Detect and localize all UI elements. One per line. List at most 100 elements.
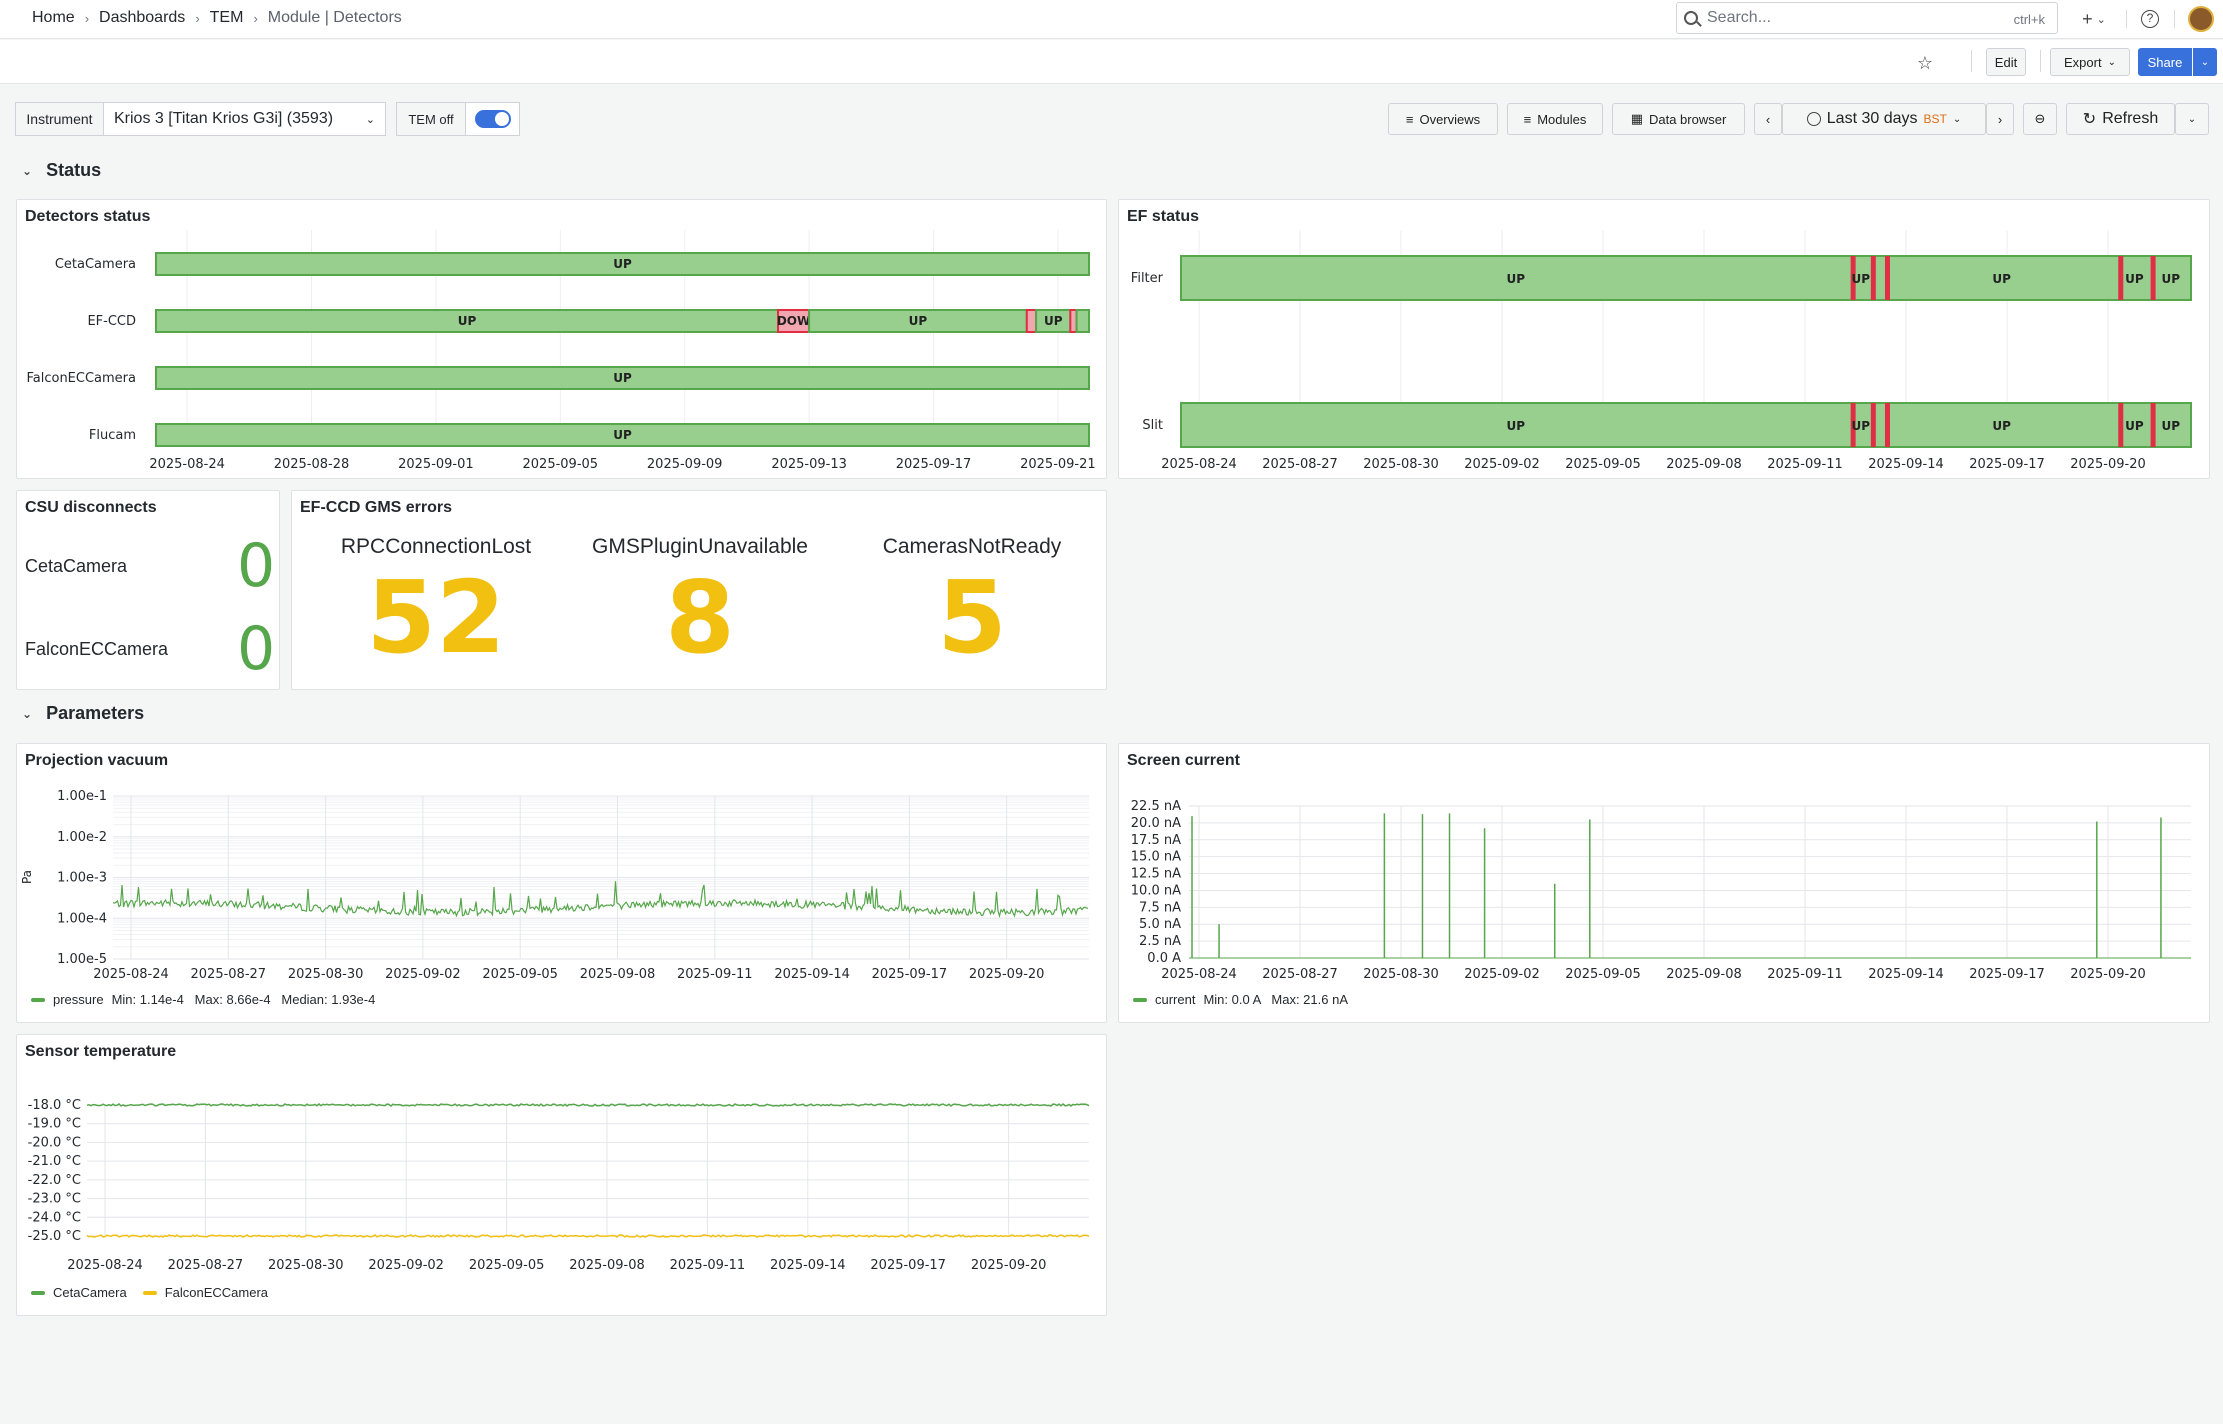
csu-label-ceta: CetaCamera bbox=[25, 556, 128, 576]
time-range-picker[interactable]: Last 30 days BST ⌄ bbox=[1782, 103, 1986, 135]
y-tick-label: -21.0 °C bbox=[28, 1154, 81, 1169]
star-button[interactable]: ☆ bbox=[1911, 48, 1939, 78]
x-tick-label: 2025-09-14 bbox=[770, 1258, 846, 1273]
tem-off-label: TEM off bbox=[396, 102, 466, 136]
detectors-status-chart: 2025-08-24 2025-08-28 2025-09-01 2025-09-05… bbox=[26, 230, 1096, 472]
gms-value-plugin: 8 bbox=[665, 559, 735, 676]
x-tick-label: 2025-08-27 bbox=[191, 967, 267, 982]
state-down bbox=[2118, 256, 2124, 300]
chevron-down-icon: ⌄ bbox=[2096, 13, 2106, 26]
state-down bbox=[1884, 256, 1890, 300]
gms-label-plugin: GMSPluginUnavailable bbox=[592, 535, 808, 558]
plus-icon: + bbox=[2082, 8, 2093, 29]
chevron-left-icon: ‹ bbox=[1765, 111, 1771, 127]
state-label: UP bbox=[1992, 419, 2011, 433]
csu-label-falcon: FalconECCamera bbox=[25, 639, 169, 659]
state-label: UP bbox=[2162, 272, 2181, 286]
overviews-label: Overviews bbox=[1419, 111, 1481, 127]
modules-label: Modules bbox=[1537, 111, 1587, 127]
x-tick-label: 2025-09-21 bbox=[1020, 457, 1096, 472]
x-tick-label: 2025-08-24 bbox=[149, 457, 225, 472]
section-parameters[interactable]: ⌄ Parameters bbox=[22, 703, 144, 724]
data-browser-button[interactable]: ▦ Data browser bbox=[1612, 103, 1745, 135]
new-button[interactable]: + ⌄ bbox=[2072, 4, 2116, 34]
panel-sensor-temperature: Sensor temperature -18.0 °C -19.0 °C -20.0… bbox=[16, 1034, 1107, 1316]
legend-falcon[interactable]: FalconECCamera bbox=[165, 1285, 268, 1300]
export-button[interactable]: Export ⌄ bbox=[2050, 48, 2130, 76]
overviews-button[interactable]: ≡ Overviews bbox=[1388, 103, 1498, 135]
y-tick-label: -23.0 °C bbox=[28, 1192, 81, 1207]
breadcrumb-home[interactable]: Home bbox=[32, 9, 75, 27]
x-tick-label: 2025-08-30 bbox=[1363, 967, 1439, 982]
share-button[interactable]: Share bbox=[2138, 48, 2192, 76]
gms-label-rpc: RPCConnectionLost bbox=[340, 535, 532, 558]
help-button[interactable]: ? bbox=[2136, 4, 2164, 34]
panel-ef-status: EF status 2025-08-24 2025-08-27 2025-08-30… bbox=[1118, 199, 2210, 479]
refresh-label: Refresh bbox=[2102, 110, 2159, 127]
breadcrumb: Home › Dashboards › TEM › Module | Detector… bbox=[32, 0, 402, 36]
y-tick-label: -18.0 °C bbox=[28, 1098, 81, 1113]
time-forward-button[interactable]: › bbox=[1986, 103, 2014, 135]
edit-button[interactable]: Edit bbox=[1986, 48, 2026, 76]
y-tick-label: -22.0 °C bbox=[28, 1173, 81, 1188]
avatar-icon bbox=[2188, 6, 2214, 32]
legend-current[interactable]: current bbox=[1155, 992, 1195, 1007]
row-label: EF-CCD bbox=[87, 314, 136, 329]
y-tick-label: -24.0 °C bbox=[28, 1210, 81, 1225]
data-browser-label: Data browser bbox=[1648, 111, 1727, 127]
refresh-interval-button[interactable]: ⌄ bbox=[2175, 103, 2209, 135]
y-tick-label: 0.0 A bbox=[1147, 951, 1181, 966]
refresh-button[interactable]: ↻ Refresh bbox=[2066, 103, 2175, 135]
breadcrumb-tem[interactable]: TEM bbox=[210, 9, 244, 27]
user-avatar[interactable] bbox=[2186, 4, 2216, 34]
instrument-select[interactable]: Krios 3 [Titan Krios G3i] (3593) ⌄ bbox=[103, 102, 386, 136]
chevron-down-icon: ⌄ bbox=[1952, 113, 1962, 125]
y-tick-label: 7.5 nA bbox=[1139, 900, 1181, 915]
x-tick-label: 2025-09-13 bbox=[771, 457, 847, 472]
chevron-right-icon: › bbox=[1997, 111, 2003, 127]
x-tick-label: 2025-09-11 bbox=[677, 967, 753, 982]
y-tick-label: 2.5 nA bbox=[1139, 934, 1181, 949]
zoom-out-button[interactable]: ⊖ bbox=[2023, 103, 2057, 135]
x-tick-label: 2025-08-30 bbox=[1363, 457, 1439, 472]
state-label: UP bbox=[613, 257, 632, 271]
modules-button[interactable]: ≡ Modules bbox=[1507, 103, 1603, 135]
time-back-button[interactable]: ‹ bbox=[1754, 103, 1782, 135]
state-up bbox=[1180, 255, 2192, 301]
divider bbox=[2174, 10, 2175, 28]
x-tick-label: 2025-09-14 bbox=[774, 967, 850, 982]
x-tick-label: 2025-08-24 bbox=[1161, 967, 1237, 982]
state-down bbox=[1884, 403, 1890, 447]
tem-off-toggle[interactable] bbox=[465, 102, 520, 136]
y-tick-label: 12.5 nA bbox=[1131, 867, 1181, 882]
breadcrumb-dashboards[interactable]: Dashboards bbox=[99, 9, 185, 27]
x-tick-label: 2025-09-11 bbox=[1767, 457, 1843, 472]
panel-csu-disconnects: CSU disconnects CetaCamera 0 FalconECCam… bbox=[16, 490, 280, 690]
y-tick-label: 1.00e-3 bbox=[57, 871, 107, 886]
x-tick-label: 2025-09-08 bbox=[1666, 967, 1742, 982]
star-icon: ☆ bbox=[1916, 52, 1934, 73]
section-status[interactable]: ⌄ Status bbox=[22, 160, 101, 181]
dashboard-toolbar: ☆ Edit Export ⌄ Share ⌄ bbox=[0, 40, 2223, 84]
search-input[interactable]: Search... ctrl+k bbox=[1676, 2, 2058, 34]
y-tick-label: -25.0 °C bbox=[28, 1229, 81, 1244]
chevron-down-icon: ⌄ bbox=[365, 113, 375, 126]
legend-ceta[interactable]: CetaCamera bbox=[53, 1285, 127, 1300]
state-label: UP bbox=[1507, 419, 1526, 433]
legend-swatch bbox=[31, 997, 45, 1002]
y-tick-label: 15.0 nA bbox=[1131, 850, 1181, 865]
share-dropdown-button[interactable]: ⌄ bbox=[2193, 48, 2217, 76]
chevron-down-icon: ⌄ bbox=[2187, 113, 2197, 125]
chevron-down-icon: ⌄ bbox=[2200, 56, 2210, 68]
export-label: Export bbox=[2064, 54, 2102, 70]
menu-icon: ≡ bbox=[1523, 111, 1532, 127]
x-tick-label: 2025-09-11 bbox=[1767, 967, 1843, 982]
gms-label-cameras: CamerasNotReady bbox=[882, 535, 1062, 558]
y-tick-label: 10.0 nA bbox=[1131, 883, 1181, 898]
x-tick-label: 2025-09-09 bbox=[647, 457, 723, 472]
timezone-label: BST bbox=[1923, 112, 1947, 126]
divider bbox=[2040, 50, 2041, 72]
legend-pressure[interactable]: pressure bbox=[53, 992, 104, 1007]
x-tick-label: 2025-09-11 bbox=[670, 1258, 746, 1273]
chevron-right-icon: › bbox=[84, 10, 90, 26]
